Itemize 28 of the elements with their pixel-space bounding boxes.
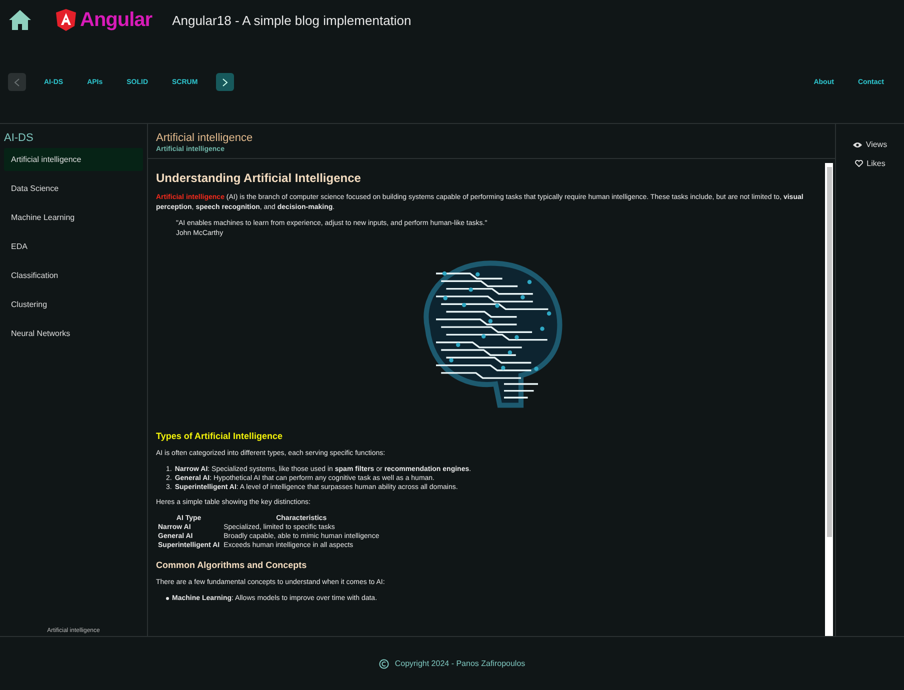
heart-icon: [854, 160, 863, 167]
chevron-right-icon: [222, 78, 228, 86]
copyright-icon: [378, 658, 389, 668]
likes-stat: Likes: [854, 159, 886, 168]
sidebar-item[interactable]: Data Science: [4, 177, 143, 200]
sidebar-item[interactable]: Machine Learning: [4, 206, 143, 229]
next-button[interactable]: [216, 73, 234, 91]
section-heading: Types of Artificial Intelligence: [156, 431, 284, 441]
sidebar-title: AI-DS: [4, 132, 34, 144]
eye-icon: [852, 142, 862, 148]
logo-text: Angular: [80, 8, 152, 32]
scrollbar[interactable]: [825, 163, 833, 636]
bullet-icon: [166, 597, 169, 600]
chevron-left-icon: [14, 78, 20, 86]
sidebar-item[interactable]: Artificial intelligence: [4, 148, 143, 171]
sidebar-item[interactable]: EDA: [4, 235, 143, 258]
article-heading: Understanding Artificial Intelligence: [156, 171, 362, 185]
scrollbar-thumb[interactable]: [826, 167, 832, 537]
copyright-text: Copyright 2024 - Panos Zafiropoulos: [394, 659, 526, 668]
section-heading: Common Algorithms and Concepts: [156, 560, 308, 570]
sidebar-item[interactable]: Classification: [4, 264, 143, 287]
shield-logo-icon: [56, 9, 76, 31]
article-title: Artificial intelligence: [156, 132, 254, 144]
sidebar-item[interactable]: Clustering: [4, 293, 143, 316]
home-icon[interactable]: [8, 9, 32, 31]
sidebar-item[interactable]: Neural Networks: [4, 322, 143, 345]
site-title: Angular18 - A simple blog implementation: [172, 12, 412, 28]
views-stat: Views: [852, 140, 888, 149]
